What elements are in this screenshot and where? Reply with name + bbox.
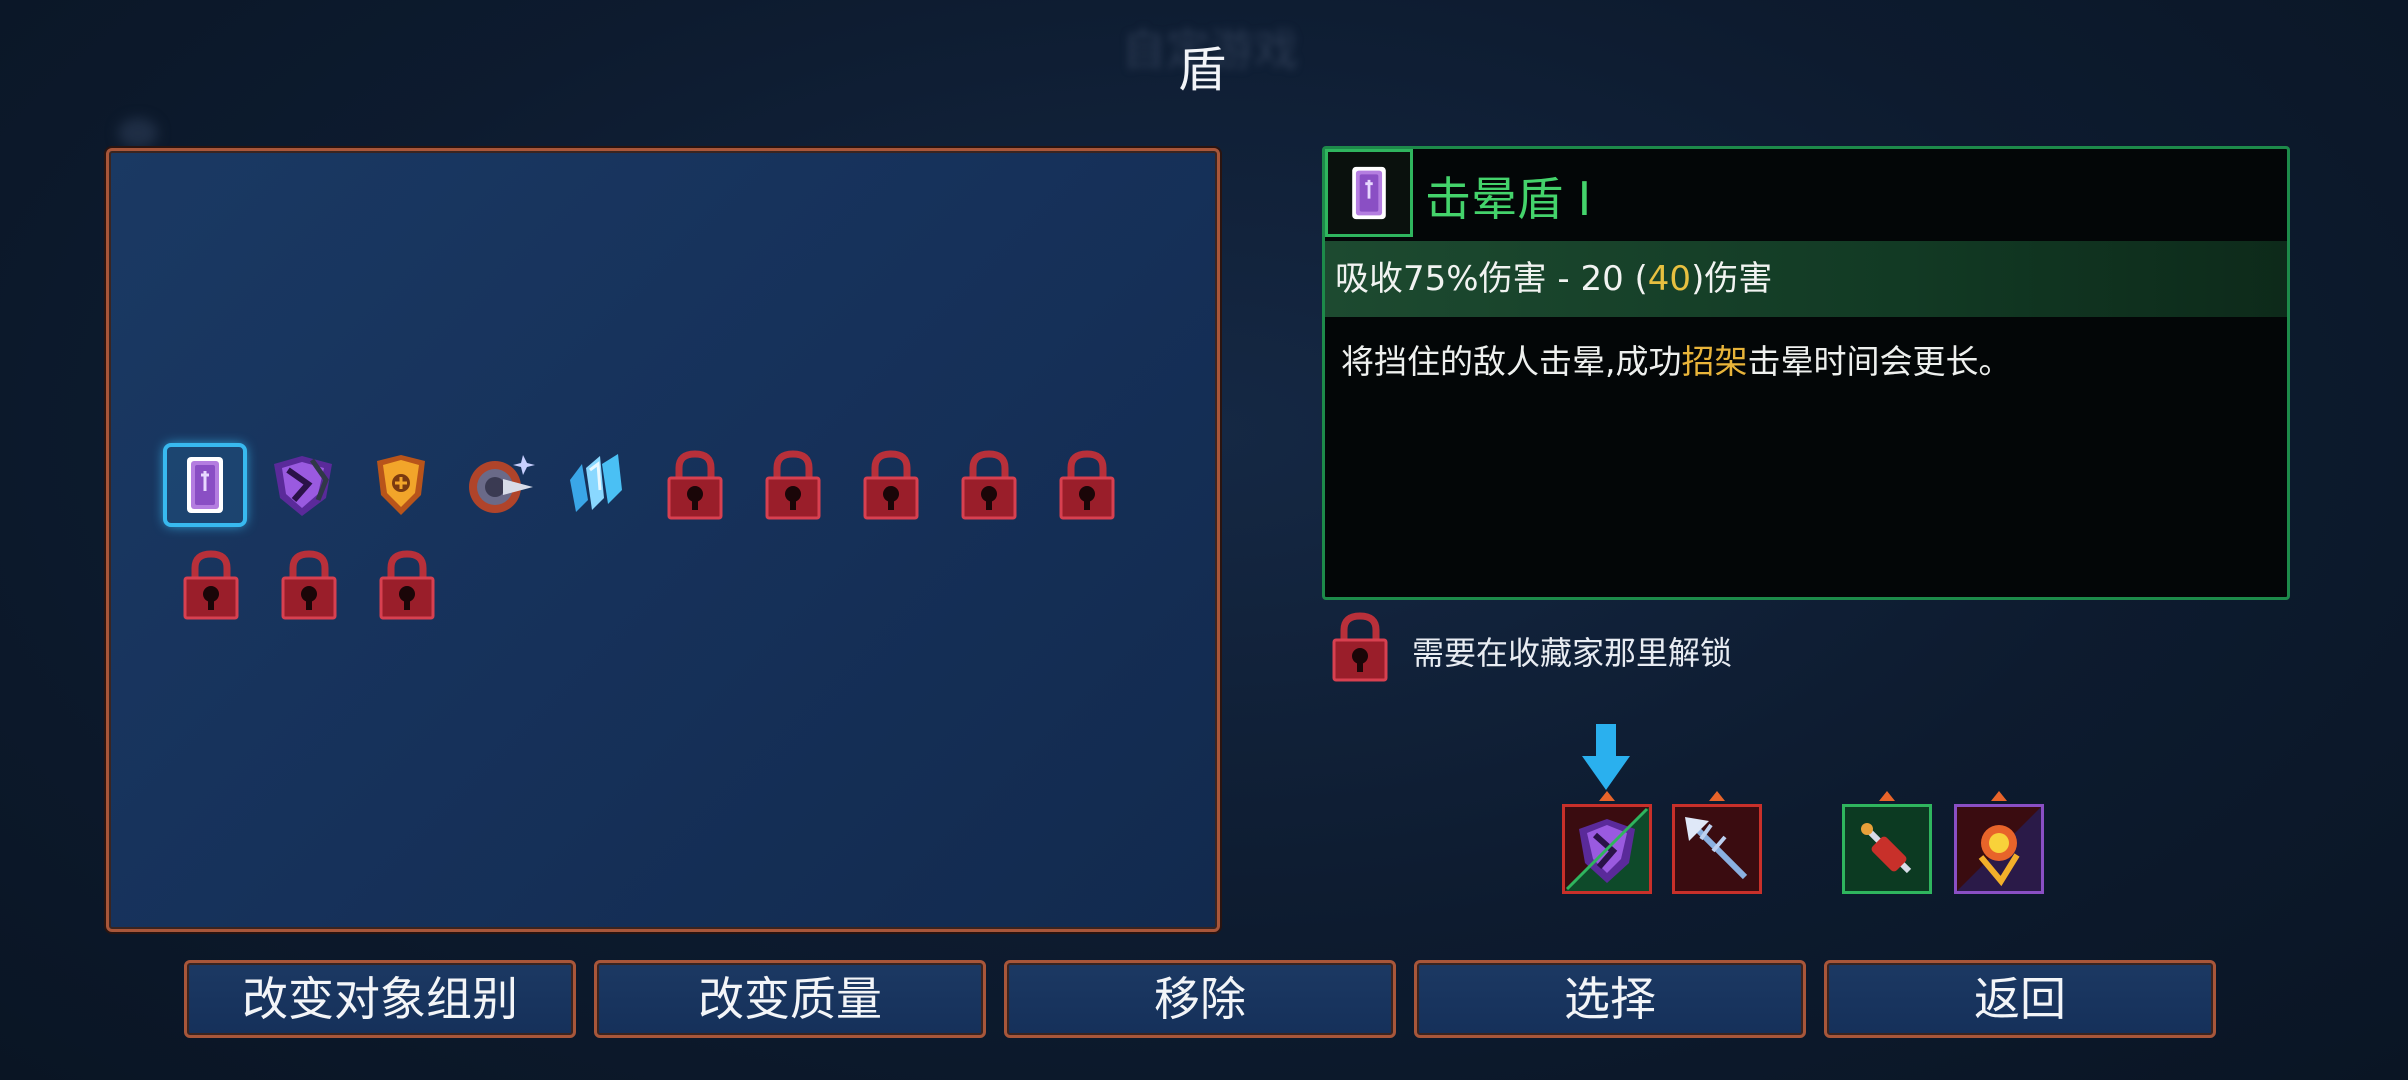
grid-slot-shield-3[interactable] <box>361 445 441 525</box>
grid-slot-shield-4[interactable] <box>459 445 539 525</box>
item-grid-panel <box>106 148 1220 932</box>
grid-slot-locked[interactable] <box>851 445 931 525</box>
padlock-icon <box>183 550 239 620</box>
item-stat-highlight: 40 <box>1647 259 1692 299</box>
item-detail-header: 击晕盾 Ⅰ <box>1325 149 2287 241</box>
upgrade-marker-icon <box>1709 791 1725 801</box>
equipped-shield-icon <box>1565 807 1649 891</box>
item-detail-icon-frame <box>1325 149 1413 237</box>
grid-slot-locked[interactable] <box>949 445 1029 525</box>
padlock-icon <box>281 550 337 620</box>
ice-shield-icon <box>570 454 622 512</box>
unlock-hint-text: 需要在收藏家那里解锁 <box>1412 634 1733 672</box>
padlock-icon <box>1059 450 1115 520</box>
stun-shield-icon <box>187 457 223 513</box>
equipment-slot-shield[interactable] <box>1562 791 1652 894</box>
item-detail-panel: 击晕盾 Ⅰ 吸收75%伤害 - 20 (40)伤害 将挡住的敌人击晕,成功招架击… <box>1322 146 2290 600</box>
item-name: 击晕盾 Ⅰ <box>1425 172 1592 226</box>
bottom-action-bar: 改变对象组别 改变质量 移除 选择 返回 <box>184 960 2224 1040</box>
padlock-icon <box>863 450 919 520</box>
item-stat-prefix: 吸收75%伤害 - 20 ( <box>1335 259 1648 299</box>
padlock-icon <box>961 450 1017 520</box>
stun-shield-icon <box>1352 166 1386 220</box>
equipped-spear-icon <box>1685 817 1748 880</box>
background-decoration <box>118 118 158 148</box>
upgrade-marker-icon <box>1879 791 1895 801</box>
padlock-icon <box>667 450 723 520</box>
gold-shield-icon <box>377 455 425 515</box>
equipment-slot-skill-2[interactable] <box>1954 791 2044 894</box>
item-desc-prefix: 将挡住的敌人击晕,成功 <box>1341 342 1682 381</box>
item-desc-highlight: 招架 <box>1681 342 1748 381</box>
upgrade-marker-icon <box>1599 791 1615 801</box>
grid-slot-locked[interactable] <box>367 545 447 625</box>
back-button[interactable]: 返回 <box>1824 960 2216 1038</box>
item-description: 将挡住的敌人击晕,成功招架击晕时间会更长。 <box>1341 335 2012 383</box>
equipment-slot-skill-1[interactable] <box>1842 791 1932 894</box>
spiked-round-shield-icon <box>469 455 535 513</box>
page-title: 盾 <box>1177 42 1226 98</box>
grid-slot-stun-shield[interactable] <box>163 443 247 527</box>
grid-slot-shield-5[interactable] <box>557 445 637 525</box>
grid-slot-locked[interactable] <box>1047 445 1127 525</box>
arrow-down-icon <box>1582 724 1630 790</box>
equipped-fire-skill-icon <box>1957 807 2041 891</box>
equipped-grenade-icon <box>1861 823 1912 874</box>
upgrade-marker-icon <box>1991 791 2007 801</box>
grid-slot-locked[interactable] <box>171 545 251 625</box>
equipment-slot-primary-weapon[interactable] <box>1672 791 1762 894</box>
padlock-icon <box>1332 612 1388 682</box>
remove-button[interactable]: 移除 <box>1004 960 1396 1038</box>
select-button[interactable]: 选择 <box>1414 960 1806 1038</box>
item-stat-line: 吸收75%伤害 - 20 (40)伤害 <box>1325 241 2287 317</box>
grid-slot-locked[interactable] <box>655 445 735 525</box>
item-desc-suffix: 击晕时间会更长。 <box>1747 342 2012 381</box>
grid-slot-locked[interactable] <box>269 545 349 625</box>
grid-slot-locked[interactable] <box>753 445 833 525</box>
dark-purple-shield-icon <box>274 456 332 516</box>
change-group-button[interactable]: 改变对象组别 <box>184 960 576 1038</box>
padlock-icon <box>765 450 821 520</box>
change-quality-button[interactable]: 改变质量 <box>594 960 986 1038</box>
padlock-icon <box>379 550 435 620</box>
item-stat-suffix: )伤害 <box>1691 259 1773 299</box>
grid-slot-shield-2[interactable] <box>263 445 343 525</box>
